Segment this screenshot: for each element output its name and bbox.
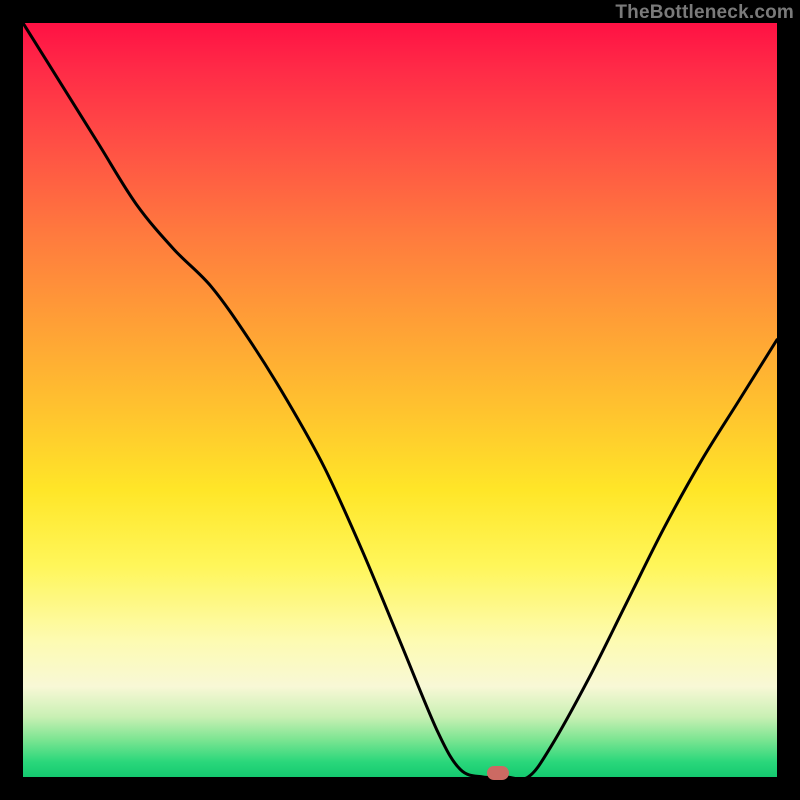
bottleneck-curve: [23, 23, 777, 777]
plot-area: [23, 23, 777, 777]
chart-frame: TheBottleneck.com: [0, 0, 800, 800]
watermark-text: TheBottleneck.com: [615, 2, 794, 24]
optimal-point-marker: [487, 766, 509, 780]
curve-svg: [23, 23, 777, 777]
